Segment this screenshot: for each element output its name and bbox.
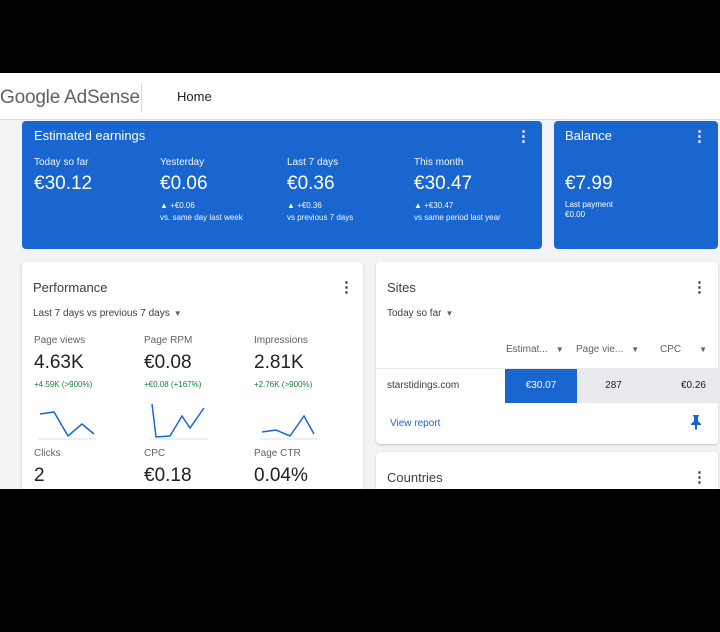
impressions-sparkline: [260, 414, 318, 440]
earnings-this-month: This month €30.47 ▲ +€30.47 vs same perio…: [414, 157, 534, 224]
more-vert-icon[interactable]: ⋮: [692, 280, 707, 295]
metric-value: €0.18: [144, 465, 192, 486]
comparison-text: vs previous 7 days: [287, 213, 354, 222]
comparison-text: vs. same day last week: [160, 213, 243, 222]
metric-label: Impressions: [254, 335, 308, 346]
estimated-earnings-card: Estimated earnings ⋮ Today so far €30.12…: [22, 121, 542, 249]
earnings-value: €30.12: [34, 173, 93, 194]
metric-label: Clicks: [34, 448, 61, 459]
estimated-earnings-title: Estimated earnings: [34, 128, 146, 143]
metric-change: +€0.08 (+167%): [144, 380, 202, 389]
last-payment: Last payment €0.00: [565, 200, 613, 220]
metric-clicks[interactable]: Clicks 2: [34, 448, 139, 487]
earnings-label: Today so far: [34, 157, 89, 168]
column-header-label: Page vie...: [576, 344, 624, 355]
countries-title: Countries: [387, 470, 443, 485]
balance-card: Balance ⋮ €7.99 Last payment €0.00: [554, 121, 718, 249]
change-amount: ▲ +€0.36: [287, 201, 322, 210]
column-header-label: CPC: [660, 344, 682, 355]
metric-label: Page views: [34, 335, 86, 346]
metric-page-views[interactable]: Page views 4.63K +4.59K (>900%): [34, 335, 139, 389]
dropdown-caret-icon: ▼: [631, 345, 640, 354]
change-amount: ▲ +€30.47: [414, 201, 454, 210]
metric-value: 4.63K: [34, 352, 84, 373]
performance-range-dropdown[interactable]: Last 7 days vs previous 7 days ▼: [33, 308, 182, 319]
metric-value: 2.81K: [254, 352, 304, 373]
sites-title: Sites: [387, 280, 416, 295]
earnings-label: This month: [414, 157, 464, 168]
adsense-app: Google AdSense Home Estimated earnings ⋮…: [0, 73, 720, 489]
earnings-value: €0.06: [160, 173, 208, 194]
last-payment-label: Last payment: [565, 200, 614, 209]
column-header-page-views[interactable]: Page vie... ▼: [576, 344, 639, 355]
comparison-text: vs same period last year: [414, 213, 501, 222]
balance-title: Balance: [565, 128, 612, 143]
view-report-link[interactable]: View report: [390, 418, 440, 429]
column-header-cpc[interactable]: CPC ▼: [660, 344, 707, 355]
last-payment-value: €0.00: [565, 210, 586, 219]
top-bar: Google AdSense Home: [0, 73, 720, 120]
nav-home[interactable]: Home: [177, 89, 212, 104]
earnings-last-7-days: Last 7 days €0.36 ▲ +€0.36 vs previous 7 …: [287, 157, 407, 224]
dropdown-caret-icon: ▼: [445, 309, 454, 318]
google-adsense-logo[interactable]: Google AdSense: [0, 87, 140, 109]
balance-value: €7.99: [565, 173, 613, 194]
site-page-views: 287: [577, 369, 650, 403]
earnings-change: ▲ +€0.36 vs previous 7 days: [287, 200, 407, 224]
metric-value: €0.08: [144, 352, 192, 373]
metric-impressions[interactable]: Impressions 2.81K +2.76K (>900%): [254, 335, 359, 389]
site-name[interactable]: starstidings.com: [387, 380, 459, 391]
metric-label: CPC: [144, 448, 166, 459]
countries-card: Countries ⋮: [376, 452, 718, 489]
metric-value: 0.04%: [254, 465, 308, 486]
table-row[interactable]: starstidings.com €30.07 287 €0.26: [376, 368, 718, 403]
metric-cpc[interactable]: CPC €0.18: [144, 448, 249, 487]
column-header-label: Estimat...: [506, 344, 548, 355]
earnings-label: Last 7 days: [287, 157, 339, 168]
sites-range-dropdown[interactable]: Today so far ▼: [387, 308, 453, 319]
page-views-sparkline: [38, 411, 96, 440]
change-amount: ▲ +€0.06: [160, 201, 195, 210]
more-vert-icon[interactable]: ⋮: [692, 129, 707, 144]
performance-title: Performance: [33, 280, 108, 295]
earnings-change: ▲ +€0.06 vs. same day last week: [160, 200, 280, 224]
sparkline-line: [261, 414, 315, 437]
earnings-change: ▲ +€30.47 vs same period last year: [414, 200, 534, 224]
range-label: Last 7 days vs previous 7 days: [33, 308, 170, 319]
earnings-value: €0.36: [287, 173, 335, 194]
earnings-yesterday: Yesterday €0.06 ▲ +€0.06 vs. same day las…: [160, 157, 280, 224]
metric-page-ctr[interactable]: Page CTR 0.04%: [254, 448, 359, 487]
more-vert-icon[interactable]: ⋮: [516, 129, 531, 144]
more-vert-icon[interactable]: ⋮: [339, 280, 354, 295]
metric-change: +4.59K (>900%): [34, 380, 93, 389]
screen: Google AdSense Home Estimated earnings ⋮…: [0, 0, 720, 632]
dropdown-caret-icon: ▼: [555, 345, 564, 354]
sites-card: Sites ⋮ Today so far ▼ Estimat... ▼ Page v…: [376, 262, 718, 444]
sparkline-line: [151, 403, 205, 438]
dropdown-caret-icon: ▼: [699, 345, 708, 354]
performance-card: Performance ⋮ Last 7 days vs previous 7 …: [22, 262, 363, 489]
earnings-label: Yesterday: [160, 157, 205, 168]
metric-page-rpm[interactable]: Page RPM €0.08 +€0.08 (+167%): [144, 335, 249, 389]
site-cpc: €0.26: [650, 369, 718, 403]
dropdown-caret-icon: ▼: [173, 309, 182, 318]
more-vert-icon[interactable]: ⋮: [692, 470, 707, 485]
sparkline-line: [39, 411, 95, 438]
site-earnings: €30.07: [505, 369, 577, 403]
pin-icon[interactable]: [690, 414, 702, 430]
range-label: Today so far: [387, 308, 442, 319]
metric-value: 2: [34, 465, 45, 486]
topbar-divider: [141, 83, 142, 113]
column-header-earnings[interactable]: Estimat... ▼: [506, 344, 564, 355]
metric-label: Page RPM: [144, 335, 193, 346]
metric-label: Page CTR: [254, 448, 301, 459]
earnings-today: Today so far €30.12: [34, 157, 154, 195]
metric-change: +2.76K (>900%): [254, 380, 313, 389]
page-rpm-sparkline: [150, 403, 208, 440]
earnings-value: €30.47: [414, 173, 473, 194]
